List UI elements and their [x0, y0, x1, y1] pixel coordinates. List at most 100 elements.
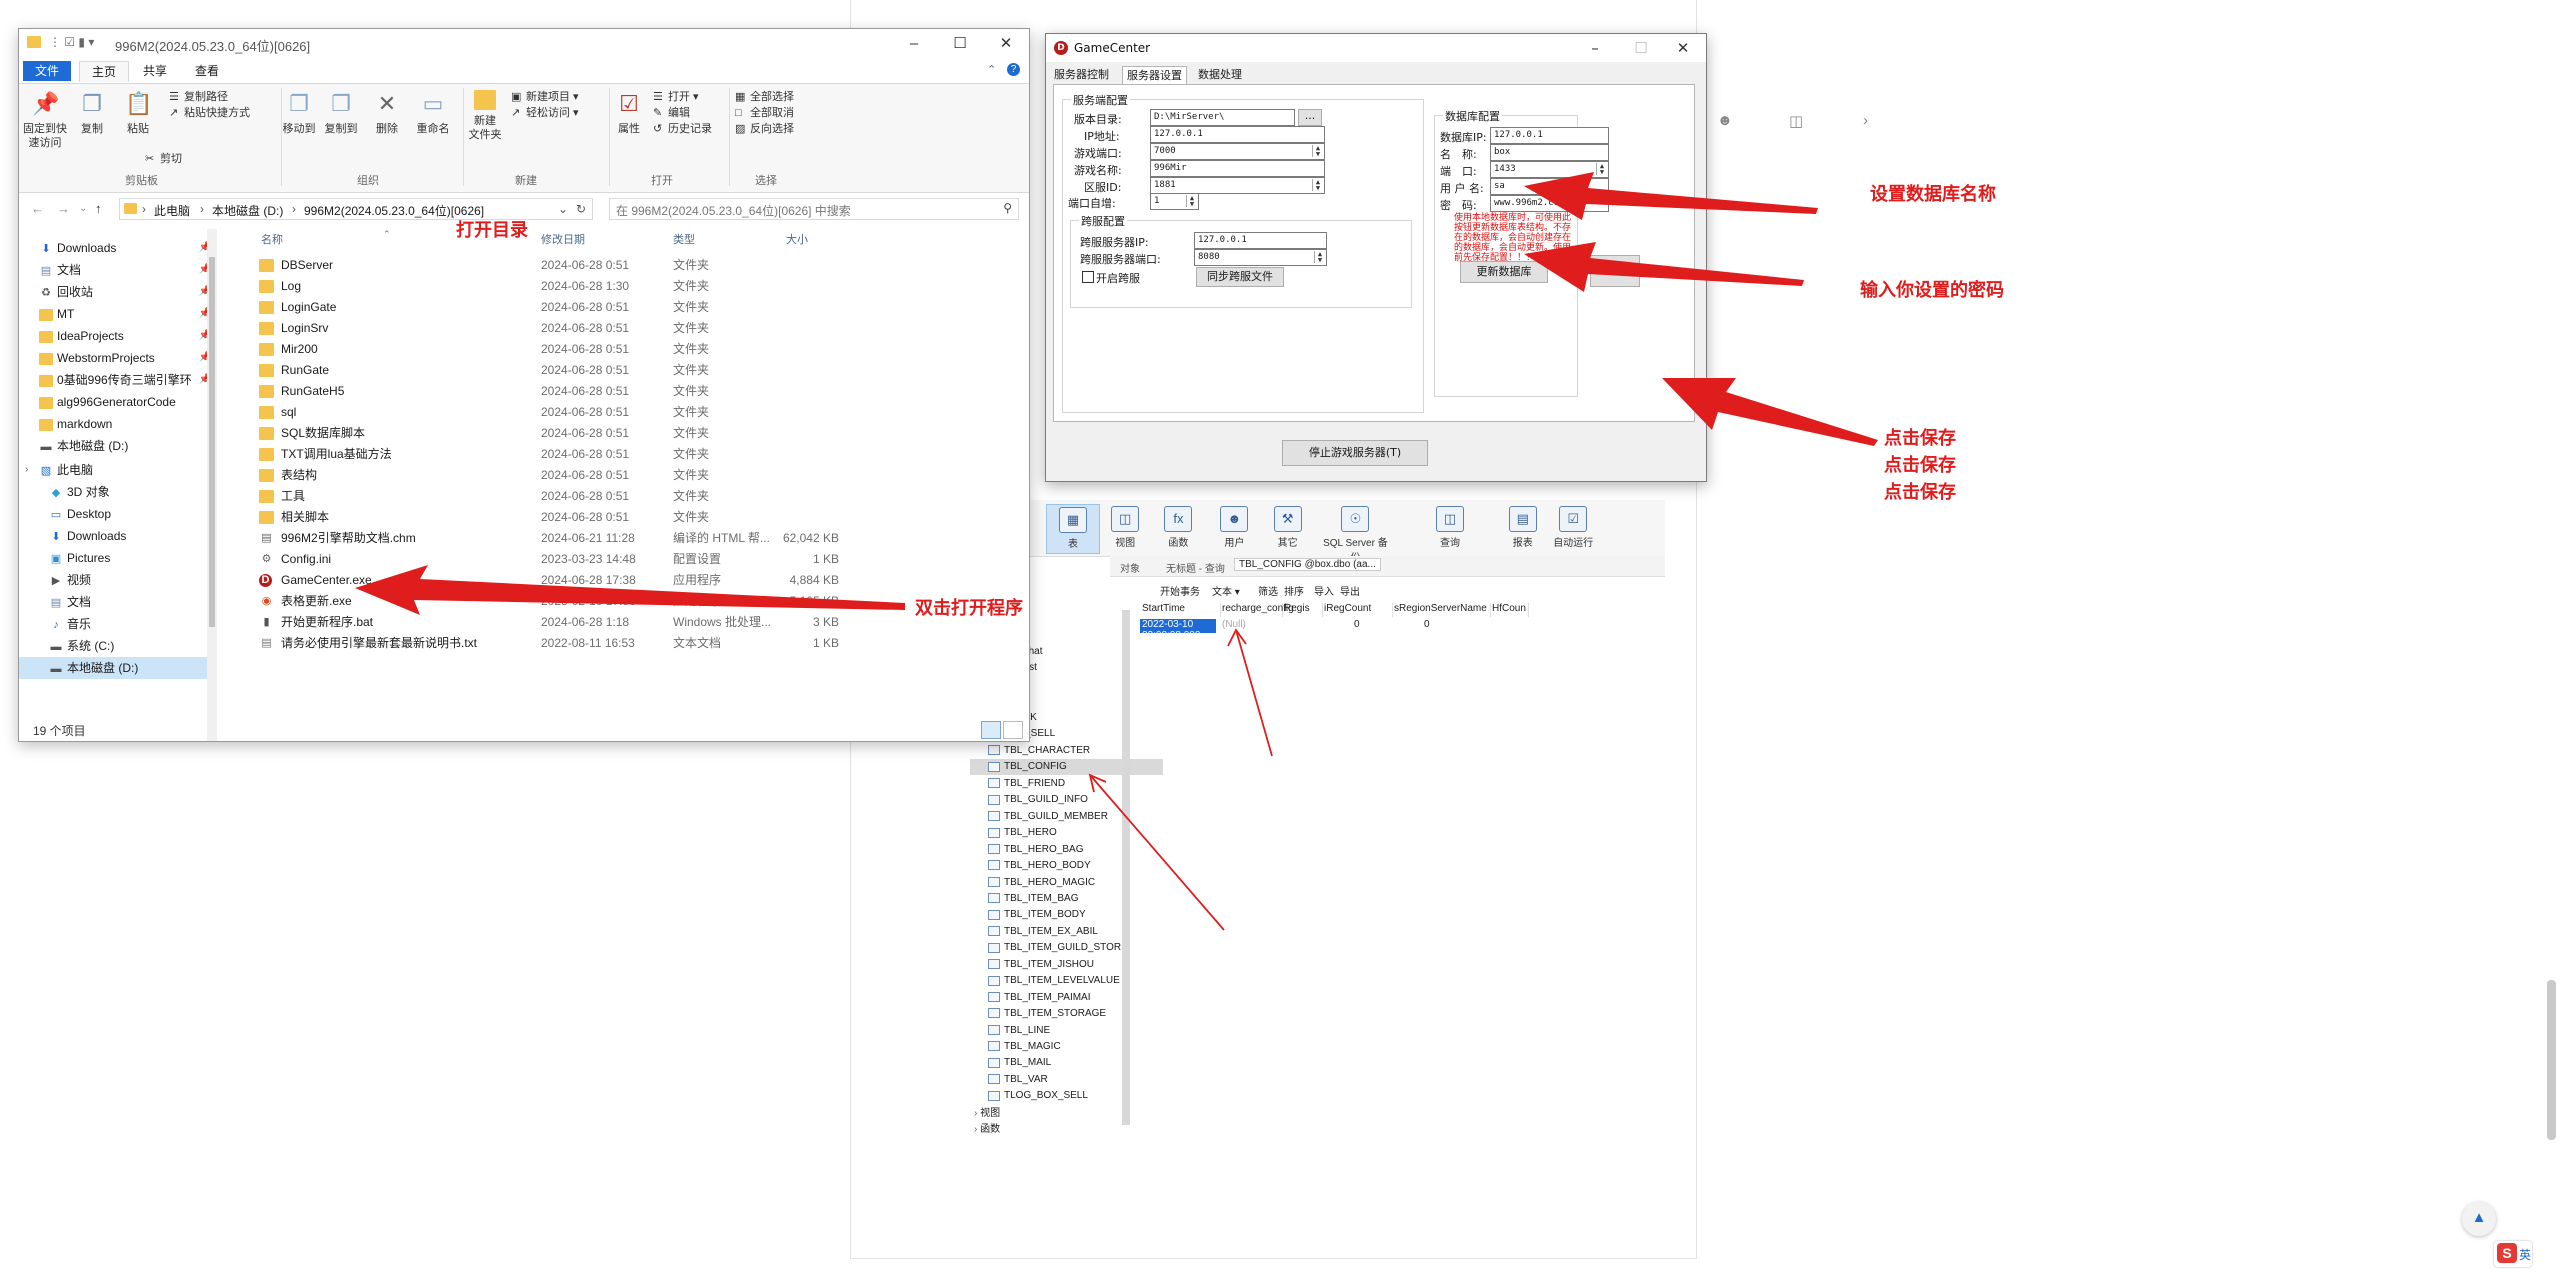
file-row[interactable]: RunGateH5 2024-06-28 0:51 文件夹	[241, 381, 861, 402]
forward-arrow-icon[interactable]: →	[57, 201, 70, 216]
db-ribbon-button[interactable]: ▦ 表	[1046, 504, 1100, 554]
tab-home[interactable]: 主页	[79, 61, 130, 82]
nav-item[interactable]: markdown	[19, 413, 217, 435]
game-name-input[interactable]: 996Mir	[1150, 160, 1325, 177]
db-ribbon-button[interactable]: ◫ 查询	[1424, 504, 1476, 552]
nav-item[interactable]: WebstormProjects 📌	[19, 347, 217, 369]
db-ribbon-button[interactable]: ▤ 报表	[1497, 504, 1549, 552]
update-database-button[interactable]: 更新数据库	[1460, 261, 1548, 283]
file-row[interactable]: 相关脚本 2024-06-28 0:51 文件夹	[241, 507, 861, 528]
grid-cell[interactable]: 0	[1422, 619, 1430, 633]
file-row[interactable]: RunGate 2024-06-28 0:51 文件夹	[241, 360, 861, 381]
file-row[interactable]: LoginGate 2024-06-28 0:51 文件夹	[241, 297, 861, 318]
grid-column-header[interactable]: StartTime	[1140, 603, 1221, 617]
cross-port-stepper[interactable]: 8080 ▲ ▼	[1194, 249, 1327, 266]
tree-table-item[interactable]: TBL_FRIEND	[988, 776, 1065, 792]
large-icons-view-icon[interactable]	[1003, 721, 1023, 739]
db-tab[interactable]: 无标题 - 查询	[1166, 560, 1225, 575]
spinner-arrows-icon[interactable]: ▲ ▼	[1314, 251, 1325, 264]
file-row[interactable]: SQL数据库脚本 2024-06-28 0:51 文件夹	[241, 423, 861, 444]
delete-button[interactable]: ✕ 删除	[369, 90, 405, 136]
tree-table-item[interactable]: TBL_CONFIG	[970, 759, 1163, 776]
grid-column-header[interactable]: HfCoun	[1490, 603, 1529, 617]
tree-table-item[interactable]: TBL_HERO_BAG	[988, 842, 1083, 858]
spinner-arrows-icon[interactable]: ▲ ▼	[1312, 145, 1323, 158]
tree-table-item[interactable]: TBL_LINE	[988, 1023, 1050, 1039]
grid-cell[interactable]: 0	[1352, 619, 1360, 633]
file-row[interactable]: Log 2024-06-28 1:30 文件夹	[241, 276, 861, 297]
nav-item[interactable]: 0基础996传奇三端引擎环 📌	[19, 369, 217, 391]
zone-id-stepper[interactable]: 1881 ▲ ▼	[1150, 177, 1325, 194]
properties-button[interactable]: ☑ 属性	[609, 90, 649, 136]
tree-table-item[interactable]: TBL_CHARACTER	[988, 743, 1090, 759]
nav-item[interactable]: ▶ 视频	[19, 569, 217, 591]
grid-column-header[interactable]: Regis	[1282, 603, 1323, 617]
scroll-to-top-button[interactable]: ▲	[2462, 1202, 2496, 1236]
db-toolbar-button[interactable]: 文本 ▾	[1212, 583, 1240, 598]
file-row[interactable]: D GameCenter.exe 2024-06-28 17:38 应用程序 4,884…	[241, 570, 861, 591]
nav-item[interactable]: MT 📌	[19, 303, 217, 325]
copy-to-button[interactable]: ❐ 复制到	[321, 90, 361, 136]
tree-table-item[interactable]: TBL_GUILD_INFO	[988, 792, 1088, 808]
nav-item[interactable]: ▭ Desktop	[19, 503, 217, 525]
details-view-icon[interactable]	[981, 721, 1001, 739]
file-row[interactable]: sql 2024-06-28 0:51 文件夹	[241, 402, 861, 423]
paste-shortcut-button[interactable]: ↗ 粘贴快捷方式	[169, 104, 250, 120]
tab-server-settings[interactable]: 服务器设置	[1122, 66, 1187, 85]
column-header-size[interactable]: 大小	[786, 229, 808, 251]
tree-table-item[interactable]: TBL_ITEM_EX_ABIL	[988, 924, 1098, 940]
grid-column-header[interactable]: recharge_config	[1220, 603, 1294, 617]
paste-button[interactable]: 📋 粘贴	[123, 90, 153, 136]
db-ribbon-button[interactable]: ☉SQL Server 备份	[1320, 504, 1390, 564]
ip-input[interactable]: 127.0.0.1	[1150, 126, 1325, 143]
bag-icon[interactable]: ◫	[1789, 112, 1803, 130]
column-header-type[interactable]: 类型	[673, 229, 695, 251]
spinner-arrows-icon[interactable]: ▲ ▼	[1186, 195, 1197, 208]
tab-view[interactable]: 查看	[183, 61, 231, 81]
file-row[interactable]: 表结构 2024-06-28 0:51 文件夹	[241, 465, 861, 486]
pin-quick-access-button[interactable]: 📌 固定到快 速访问	[23, 90, 67, 150]
db-ip-input[interactable]: 127.0.0.1	[1490, 127, 1609, 144]
grid-cell[interactable]: (Null)	[1220, 619, 1246, 633]
file-row[interactable]: ▤ 请务必使用引擎最新套最新说明书.txt 2022-08-11 16:53 文本文档…	[241, 633, 861, 654]
db-ribbon-button[interactable]: ◫ 视图	[1099, 504, 1151, 552]
open-button[interactable]: ☰ 打开 ▾	[653, 88, 699, 104]
minimize-button[interactable]: –	[891, 29, 937, 59]
move-to-button[interactable]: ❐ 移动到	[279, 90, 319, 136]
minimize-button[interactable]: –	[1572, 34, 1618, 62]
db-pass-input[interactable]: www.996m2.com	[1490, 195, 1609, 212]
chevron-down-icon[interactable]: ⌄	[558, 202, 568, 216]
maximize-button[interactable]: ☐	[937, 29, 983, 59]
db-toolbar-button[interactable]: 导入	[1314, 583, 1334, 598]
tree-table-item[interactable]: TBL_ITEM_STORAGE	[988, 1006, 1106, 1022]
file-row[interactable]: ▤ 996M2引擎帮助文档.chm 2024-06-21 11:28 编译的 HTML…	[241, 528, 861, 549]
tree-table-item[interactable]: TBL_ITEM_JISHOU	[988, 957, 1094, 973]
cut-button[interactable]: ✂ 剪切	[145, 150, 182, 166]
stop-game-server-button[interactable]: 停止游戏服务器(T)	[1282, 440, 1428, 466]
db-tab[interactable]: TBL_CONFIG @box.dbo (aa...	[1234, 558, 1381, 571]
invert-selection-button[interactable]: ▨ 反向选择	[735, 120, 794, 136]
spinner-arrows-icon[interactable]: ▲ ▼	[1312, 179, 1323, 192]
db-ribbon-button[interactable]: ⚒ 其它	[1262, 504, 1314, 552]
cross-ip-input[interactable]: 127.0.0.1	[1194, 232, 1327, 249]
tree-group-item[interactable]: › 函数	[974, 1122, 1000, 1138]
tab-file[interactable]: 文件	[23, 61, 72, 81]
tree-table-item[interactable]: TLOG_BOX_SELL	[988, 1088, 1088, 1104]
tree-group-item[interactable]: › 视图	[974, 1106, 1000, 1122]
nav-item[interactable]: ▬ 本地磁盘 (D:)	[19, 435, 217, 457]
db-tree-scrollbar[interactable]	[1122, 610, 1130, 1125]
tree-table-item[interactable]: TBL_HERO_BODY	[988, 858, 1091, 874]
tree-table-item[interactable]: TBL_MAGIC	[988, 1039, 1061, 1055]
browse-button[interactable]: ...	[1298, 109, 1322, 126]
tree-table-item[interactable]: TBL_GUILD_MEMBER	[988, 809, 1108, 825]
copy-path-button[interactable]: ☰ 复制路径	[169, 88, 228, 104]
edit-button[interactable]: ✎ 编辑	[653, 104, 690, 120]
db-name-input[interactable]: box	[1490, 144, 1609, 161]
tree-table-item[interactable]: TBL_ITEM_BODY	[988, 907, 1086, 923]
grid-cell[interactable]: 2022-03-10 23:00:08.000	[1140, 619, 1216, 641]
tab-share[interactable]: 共享	[131, 61, 179, 81]
tree-table-item[interactable]: TBL_HERO	[988, 825, 1057, 841]
nav-item[interactable]: alg996GeneratorCode	[19, 391, 217, 413]
close-button[interactable]: ✕	[983, 29, 1029, 59]
game-port-stepper[interactable]: 7000 ▲ ▼	[1150, 143, 1325, 160]
